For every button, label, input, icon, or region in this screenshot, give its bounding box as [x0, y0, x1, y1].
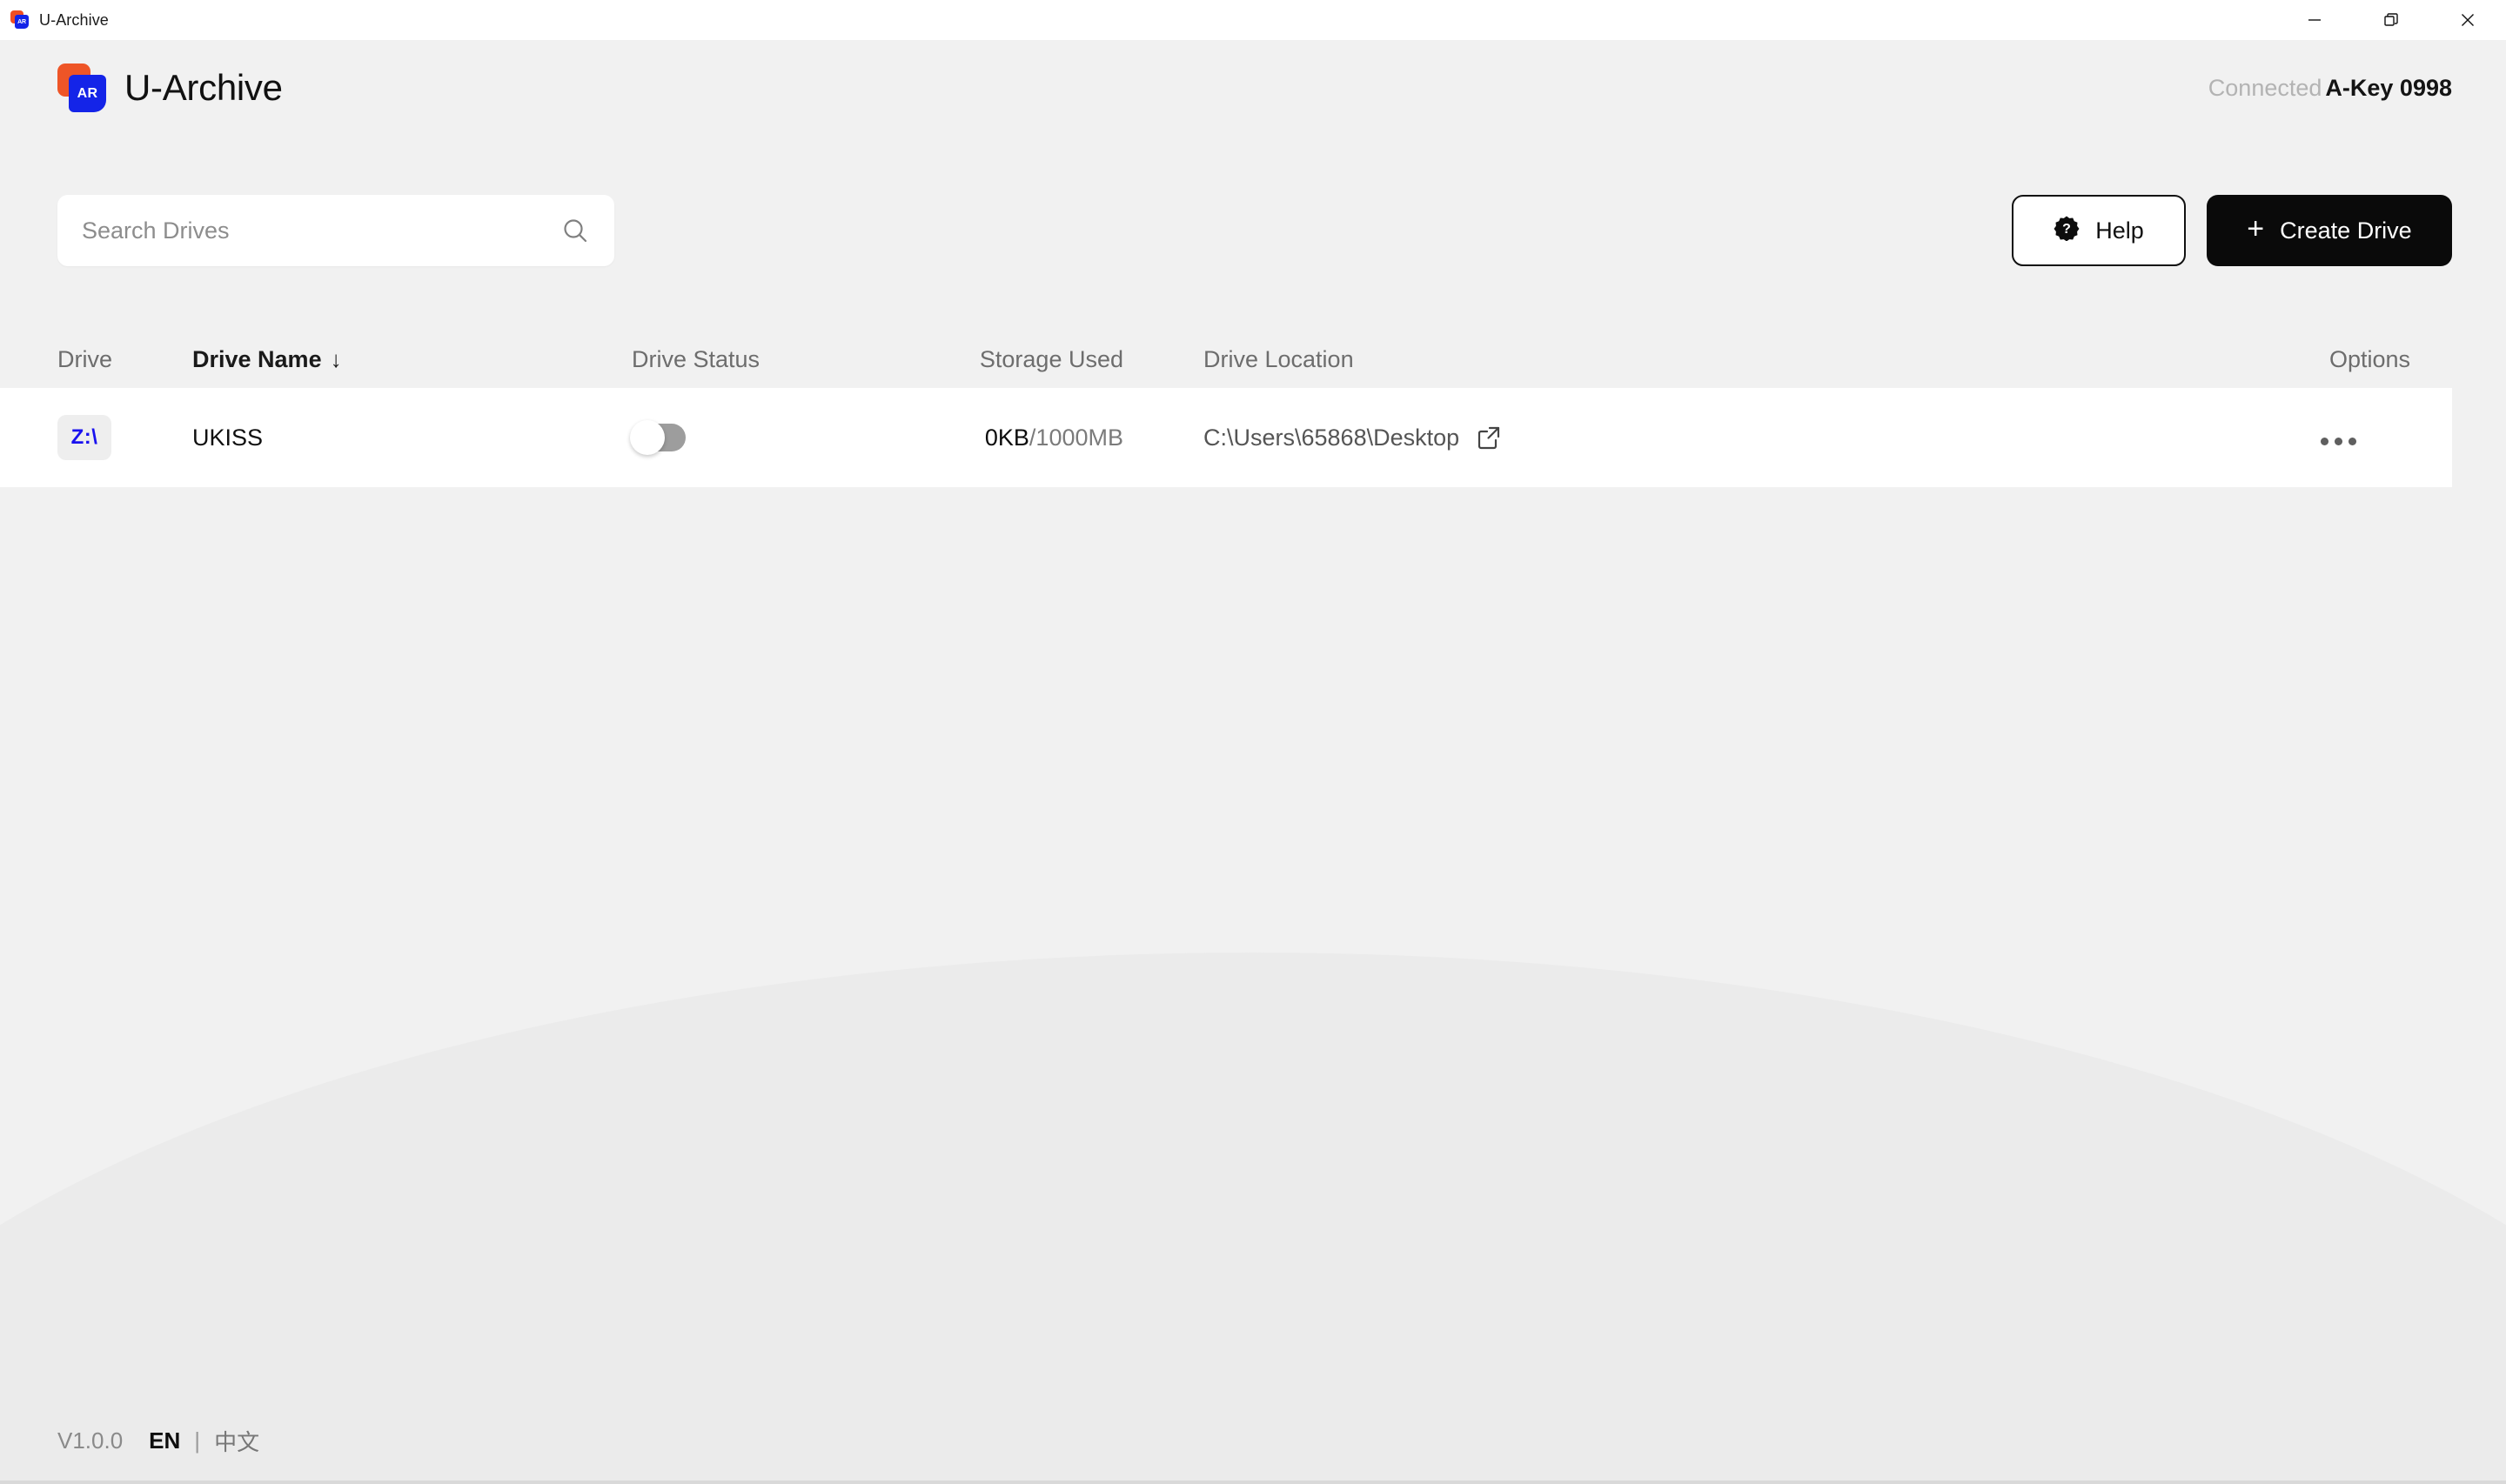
cell-drive-location: C:\Users\65868\Desktop	[1123, 424, 1802, 451]
app-version: V1.0.0	[57, 1427, 124, 1454]
brand: AR U-Archive	[57, 64, 283, 112]
plus-icon: +	[2247, 212, 2265, 245]
toggle-knob	[630, 420, 665, 455]
cell-options	[1802, 424, 2452, 451]
cell-drive-letter: Z:\	[57, 415, 192, 460]
cell-drive-status	[630, 420, 928, 455]
create-drive-button[interactable]: + Create Drive	[2207, 195, 2452, 266]
minimize-button[interactable]	[2276, 0, 2353, 40]
restore-icon	[2384, 13, 2398, 26]
column-header-options: Options	[2328, 345, 2410, 372]
window-titlebar: AR U-Archive	[0, 0, 2506, 40]
sort-descending-icon: ↓	[330, 346, 342, 372]
create-drive-label: Create Drive	[2280, 217, 2412, 244]
connection-key: A-Key 0998	[2325, 74, 2452, 101]
column-header-storage-used[interactable]: Storage Used	[928, 346, 1123, 373]
column-header-drive-name[interactable]: Drive Name ↓	[192, 346, 632, 373]
close-icon	[2462, 14, 2474, 26]
brand-logo-icon: AR	[57, 64, 106, 112]
close-button[interactable]	[2429, 0, 2506, 40]
drive-status-toggle[interactable]	[630, 420, 686, 455]
storage-total-value: /1000MB	[1029, 424, 1123, 451]
language-option-en[interactable]: EN	[149, 1427, 180, 1454]
app-logo-icon: AR	[10, 10, 30, 30]
column-header-drive-location[interactable]: Drive Location	[1123, 346, 1802, 373]
cell-drive-name: UKISS	[192, 424, 264, 451]
language-option-zh[interactable]: 中文	[214, 1425, 259, 1457]
help-button[interactable]: ? Help	[2012, 195, 2186, 266]
app-header: AR U-Archive Connected A-Key 0998	[0, 40, 2506, 136]
drives-table: Drive Drive Name ↓ Drive Status Storage …	[0, 331, 2506, 487]
external-link-icon[interactable]	[1475, 424, 1503, 451]
brand-logo-blue-shape: AR	[69, 75, 106, 112]
language-separator: |	[194, 1427, 201, 1454]
table-row[interactable]: Z:\ UKISS 0KB/1000MB C:\Users\65868\Desk…	[0, 388, 2452, 487]
toolbar-actions: ? Help + Create Drive	[2012, 195, 2452, 266]
window-controls	[2276, 0, 2506, 40]
window-bottom-border	[0, 1481, 2506, 1484]
column-header-drive-status[interactable]: Drive Status	[632, 346, 928, 373]
window-title: U-Archive	[39, 10, 109, 29]
titlebar-left-group: AR U-Archive	[0, 10, 109, 30]
column-header-drive-name-label: Drive Name	[192, 345, 322, 372]
connection-label: Connected	[2208, 74, 2322, 101]
language-switcher: EN | 中文	[149, 1425, 259, 1457]
help-button-label: Help	[2095, 217, 2144, 244]
ellipsis-icon[interactable]	[2321, 437, 2356, 445]
search-box[interactable]	[57, 195, 614, 266]
storage-used-value: 0KB	[984, 424, 1029, 451]
footer: V1.0.0 EN | 中文	[57, 1425, 259, 1457]
app-logo-blue-shape: AR	[15, 15, 29, 29]
background-arc-decoration	[0, 953, 2506, 1484]
drive-location-path: C:\Users\65868\Desktop	[1203, 424, 1460, 451]
column-header-drive[interactable]: Drive	[57, 346, 192, 373]
maximize-button[interactable]	[2353, 0, 2429, 40]
toolbar: ? Help + Create Drive	[0, 185, 2506, 276]
svg-text:?: ?	[2062, 222, 2071, 237]
cell-storage-used: 0KB/1000MB	[928, 424, 1123, 451]
drives-table-header: Drive Drive Name ↓ Drive Status Storage …	[0, 331, 2506, 388]
search-icon[interactable]	[552, 216, 614, 245]
minimize-icon	[2308, 19, 2321, 21]
brand-name: U-Archive	[124, 67, 283, 108]
connection-status: Connected A-Key 0998	[2208, 75, 2452, 102]
search-input[interactable]	[57, 195, 552, 266]
drive-letter-badge: Z:\	[57, 415, 111, 460]
question-badge-icon: ?	[2054, 215, 2080, 247]
